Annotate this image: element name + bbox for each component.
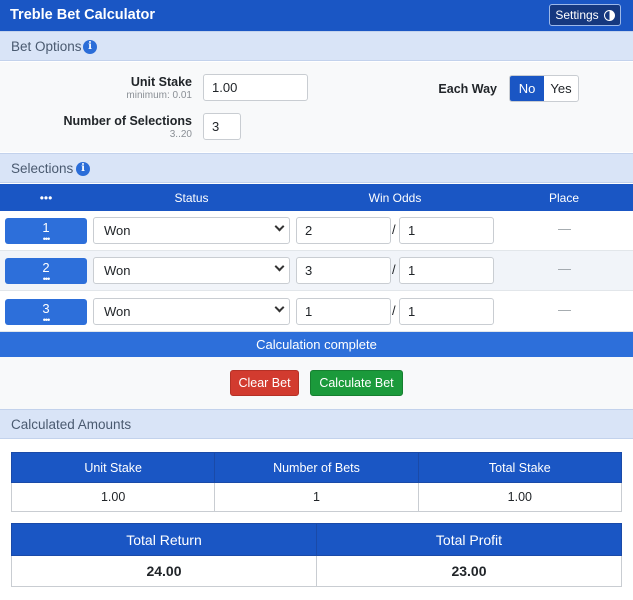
total-return-value: 24.00 [11,555,317,587]
selection-row: 1 ••• Won 2 / 1 — [0,211,633,251]
stake-summary-table: Unit Stake Number of Bets Total Stake 1.… [10,452,623,512]
column-place: Place [548,191,580,205]
calculation-status-banner: Calculation complete [0,332,633,357]
status-select[interactable]: Won [93,217,290,244]
total-return-header: Total Return [11,523,317,556]
odds-denominator-input[interactable]: 1 [399,298,494,325]
unit-stake-hint: minimum: 0.01 [126,90,192,101]
selection-row: 3 ••• Won 1 / 1 — [0,292,633,332]
selection-number-button[interactable]: 3 ••• [5,299,87,325]
odds-numerator-input[interactable]: 3 [296,257,391,284]
title-bar: Treble Bet Calculator Settings [0,0,633,31]
number-of-selections-hint: 3..20 [169,129,192,140]
more-dots-icon: ••• [42,234,50,244]
status-value: Won [104,223,131,238]
odds-separator: / [392,222,396,237]
each-way-yes-button[interactable]: Yes [544,76,578,101]
odds-denominator-input[interactable]: 1 [399,217,494,244]
settings-button[interactable]: Settings [549,4,621,26]
number-of-bets-value: 1 [214,482,419,512]
column-menu-icon[interactable]: ••• [0,191,92,205]
info-icon[interactable]: i [76,162,90,176]
return-summary-table: Total Return Total Profit 24.00 23.00 [11,523,622,587]
odds-numerator-input[interactable]: 1 [296,298,391,325]
chevron-down-icon [274,302,285,313]
total-profit-header: Total Profit [316,523,622,556]
number-of-selections-label: Number of Selections [63,114,193,128]
selection-number: 2 [42,260,50,275]
contrast-icon [603,9,615,21]
total-stake-header: Total Stake [417,452,623,483]
odds-separator: / [392,303,396,318]
odds-denominator-input[interactable]: 1 [399,257,494,284]
app-title: Treble Bet Calculator [10,7,156,23]
bet-options-header: Bet Options i [0,31,633,61]
status-value: Won [104,263,131,278]
selection-number: 3 [42,301,50,316]
unit-stake-label: Unit Stake [130,75,192,89]
status-select[interactable]: Won [93,298,290,325]
total-stake-value: 1.00 [417,482,623,512]
unit-stake-input[interactable]: 1.00 [203,74,308,101]
odds-separator: / [392,262,396,277]
selections-title: Selections [11,161,74,176]
calculate-bet-button[interactable]: Calculate Bet [310,370,403,396]
more-dots-icon: ••• [42,315,50,325]
selection-number-button[interactable]: 2 ••• [5,258,87,284]
selection-row: 2 ••• Won 3 / 1 — [0,251,633,291]
column-status: Status [174,191,209,205]
total-profit-value: 23.00 [316,555,622,587]
settings-label: Settings [555,8,599,22]
chevron-down-icon [274,221,285,232]
selections-header: Selections i [0,153,633,183]
odds-numerator-input[interactable]: 2 [296,217,391,244]
more-dots-icon: ••• [42,274,50,284]
each-way-no-button[interactable]: No [510,76,544,101]
bet-options-title: Bet Options [11,39,82,54]
clear-bet-button[interactable]: Clear Bet [230,370,299,396]
status-value: Won [104,304,131,319]
selection-number-button[interactable]: 1 ••• [5,218,87,244]
place-value: — [558,261,571,276]
place-value: — [558,302,571,317]
calculated-amounts-header: Calculated Amounts [0,409,633,439]
selections-column-header: ••• Status Win Odds Place [0,184,633,211]
calculated-amounts-title: Calculated Amounts [11,417,132,432]
selection-number: 1 [42,220,50,235]
each-way-toggle[interactable]: No Yes [509,75,579,102]
chevron-down-icon [274,261,285,272]
number-of-bets-header: Number of Bets [214,452,419,483]
number-of-selections-input[interactable]: 3 [203,113,241,140]
status-select[interactable]: Won [93,257,290,284]
info-icon[interactable]: i [83,40,97,54]
column-win-odds: Win Odds [368,191,422,205]
each-way-label: Each Way [438,82,497,96]
place-value: — [558,221,571,236]
unit-stake-header: Unit Stake [10,452,216,483]
unit-stake-value: 1.00 [10,482,216,512]
